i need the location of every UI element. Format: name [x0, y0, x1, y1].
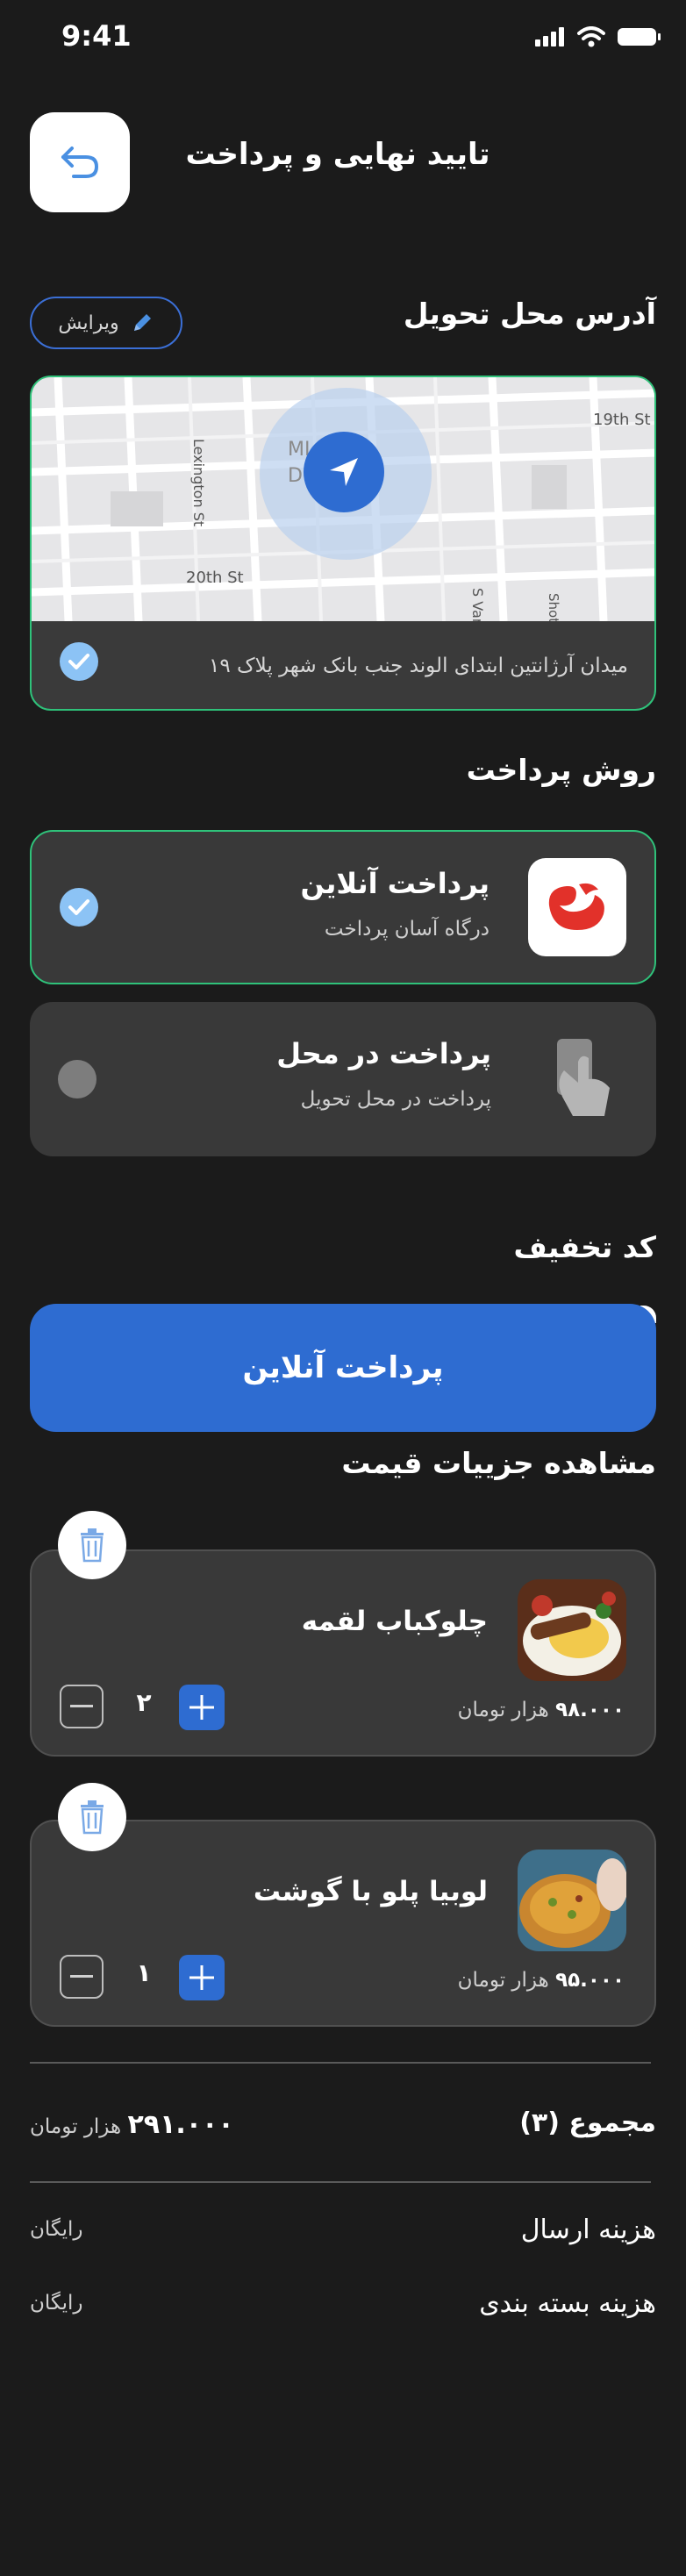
status-icons: [535, 26, 661, 47]
divider: [30, 2062, 651, 2064]
item-price: ۹۸.۰۰۰ هزار تومان: [458, 1699, 625, 1721]
edit-label: ویرایش: [58, 311, 119, 334]
divider: [30, 2181, 651, 2183]
decrease-qty-button[interactable]: [60, 1685, 104, 1728]
total-unit: هزار تومان: [30, 2115, 122, 2138]
undo-arrow-icon: [61, 147, 99, 178]
location-marker: [304, 432, 384, 512]
item-price-unit: هزار تومان: [457, 1969, 549, 1992]
item-quantity: ۱: [136, 1958, 152, 1987]
item-quantity: ۲: [136, 1688, 152, 1717]
payment-section-title: روش پرداخت: [466, 753, 656, 787]
plus-icon: [189, 1965, 214, 1990]
cart-item: لوبیا پلو با گوشت ۹۵.۰۰۰ هزار تومان ۱: [30, 1820, 656, 2027]
item-price-value: ۹۸.۰۰۰: [555, 1699, 625, 1721]
map-label-20th: 20th St: [186, 569, 244, 587]
back-button[interactable]: [30, 112, 130, 212]
packaging-label: هزینه بسته بندی: [479, 2288, 656, 2319]
plus-icon: [189, 1695, 214, 1720]
item-price-value: ۹۵.۰۰۰: [555, 1969, 625, 1992]
address-check-icon: [60, 642, 98, 681]
decrease-qty-button[interactable]: [60, 1955, 104, 1999]
payment-method-online[interactable]: پرداخت آنلاین درگاه آسان پرداخت: [30, 830, 656, 984]
wifi-icon: [577, 26, 605, 47]
payment-method-cash[interactable]: پرداخت در محل پرداخت در محل تحویل: [30, 1002, 656, 1156]
item-price-unit: هزار تومان: [457, 1699, 549, 1721]
asan-pardakht-logo: [528, 858, 626, 956]
map-label-lexington: Lexington St: [190, 439, 207, 527]
shipping-label: هزینه ارسال: [520, 2215, 656, 2245]
trash-icon: [81, 1528, 104, 1563]
increase-qty-button[interactable]: [179, 1955, 225, 2000]
payment-cash-title: پرداخت در محل: [276, 1037, 491, 1070]
minus-icon: [70, 1705, 93, 1707]
total-label: مجموع (۳): [519, 2107, 656, 2138]
edit-address-button[interactable]: ویرایش: [30, 297, 182, 349]
item-price: ۹۵.۰۰۰ هزار تومان: [458, 1969, 625, 1992]
signal-icon: [535, 27, 564, 47]
status-time: 9:41: [61, 19, 132, 53]
payment-online-subtitle: درگاه آسان پرداخت: [324, 918, 489, 941]
minus-icon: [70, 1975, 93, 1978]
unselected-radio-icon: [58, 1060, 96, 1098]
trash-icon: [81, 1800, 104, 1835]
item-name: چلوکباب لقمه: [301, 1606, 488, 1637]
delete-item-button[interactable]: [58, 1783, 126, 1851]
page-title: تایید نهایی و پرداخت: [185, 137, 490, 172]
shipping-value: رایگان: [30, 2218, 83, 2241]
selected-check-icon: [60, 888, 98, 927]
map-label-shotwell: Shotwell: [546, 593, 561, 621]
pencil-icon: [133, 314, 151, 331]
lubia-polo-image: [518, 1850, 626, 1951]
total-value: ۲۹۱.۰۰۰ هزار تومان: [30, 2109, 234, 2140]
address-text: میدان آرژانتین ابتدای الوند جنب بانک شهر…: [209, 655, 628, 677]
pay-online-label: پرداخت آنلاین: [242, 1350, 444, 1385]
navigation-arrow-icon: [330, 458, 358, 486]
discount-section-title: کد تخفیف: [513, 1230, 656, 1264]
packaging-value: رایگان: [30, 2292, 83, 2315]
card-hand-icon: [530, 1028, 628, 1127]
map-view[interactable]: 19th St 20th St Lexington St S Van Ness …: [32, 377, 654, 621]
battery-icon: [618, 28, 661, 46]
map-label-svan: S Van Ness: [469, 588, 486, 621]
payment-online-title: پرداخت آنلاین: [300, 867, 489, 900]
delete-item-button[interactable]: [58, 1511, 126, 1579]
total-amount: ۲۹۱.۰۰۰: [127, 2109, 234, 2140]
map-label-19th: 19th St: [593, 411, 651, 429]
address-section-title: آدرس محل تحویل: [403, 297, 656, 331]
item-name: لوبیا پلو با گوشت: [253, 1876, 488, 1907]
cart-item: چلوکباب لقمه ۹۸.۰۰۰ هزار تومان ۲: [30, 1549, 656, 1757]
price-details-title[interactable]: مشاهده جزییات قیمت: [341, 1446, 656, 1480]
increase-qty-button[interactable]: [179, 1685, 225, 1730]
pay-online-button[interactable]: پرداخت آنلاین: [30, 1304, 656, 1432]
kebab-image: [518, 1579, 626, 1681]
payment-cash-subtitle: پرداخت در محل تحویل: [300, 1088, 491, 1111]
address-card[interactable]: 19th St 20th St Lexington St S Van Ness …: [30, 376, 656, 711]
